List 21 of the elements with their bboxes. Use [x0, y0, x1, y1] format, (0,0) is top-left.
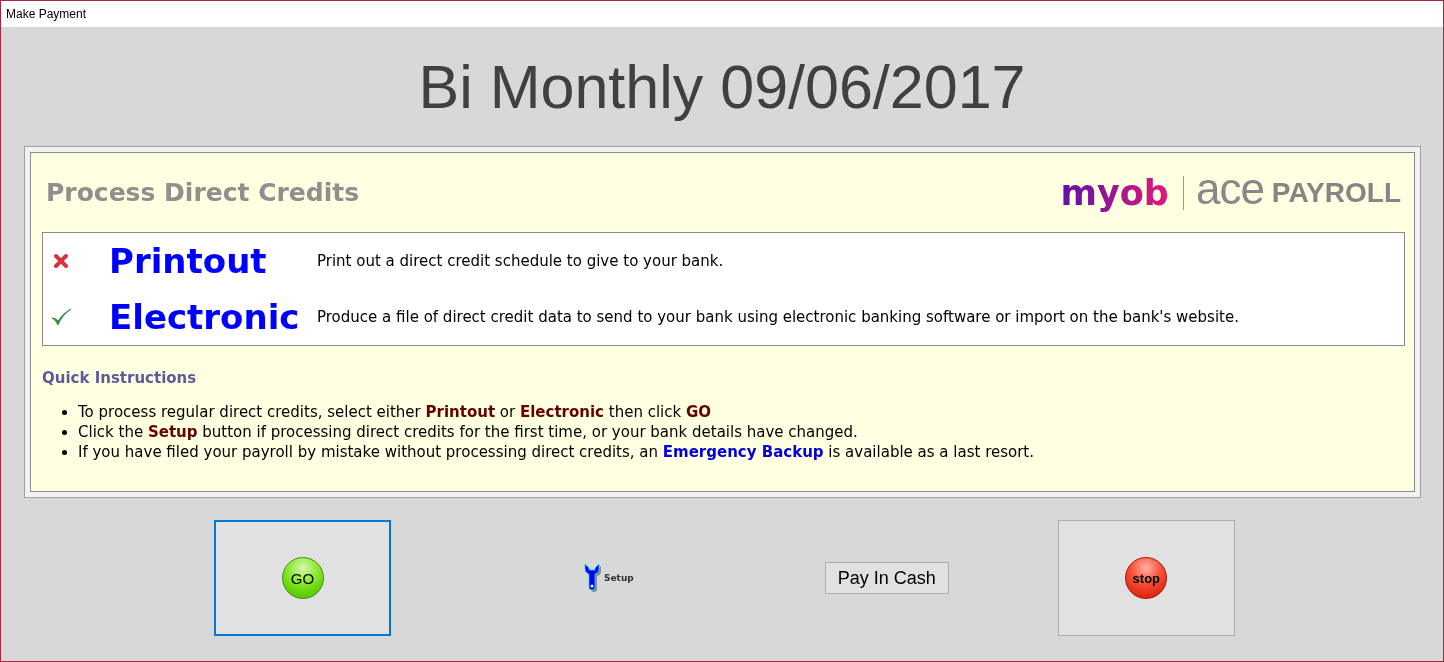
bullet-icon — [62, 409, 67, 415]
panel-title: Process Direct Credits — [46, 178, 360, 207]
option-label[interactable]: Printout — [109, 240, 317, 282]
setup-button[interactable]: Setup — [581, 563, 637, 593]
option-description: Produce a file of direct credit data to send to your bank using electronic banking software or import on the bank's website. — [317, 308, 1239, 326]
instruction-text: Click the Setup button if processing direct credits for the first time, or your bank details have changed. — [78, 422, 858, 442]
bullet-icon — [62, 429, 67, 435]
option-description: Print out a direct credit schedule to give to your bank. — [317, 252, 724, 270]
instruction-link[interactable]: Emergency Backup — [662, 443, 824, 461]
wrench-icon — [584, 564, 602, 592]
instructions-title: Quick Instructions — [42, 368, 198, 388]
instruction-text: If you have filed your payroll by mistake without processing direct credits, an Emergency Backup is available as a last resort. — [78, 442, 1035, 462]
stop-button[interactable]: stop — [1057, 520, 1235, 636]
pay-in-cash-button[interactable]: Pay In Cash — [824, 562, 949, 594]
bullet-icon — [62, 449, 67, 455]
logo: myob ace PAYROLL — [1060, 170, 1401, 215]
instruction-text: To process regular direct credits, select either Printout or Electronic then click GO — [78, 402, 712, 422]
window-title: Make Payment — [6, 7, 87, 21]
payment-heading: Bi Monthly 09/06/2017 — [418, 52, 1026, 122]
go-button[interactable]: GO — [214, 520, 391, 636]
option-label[interactable]: Electronic — [109, 296, 317, 338]
